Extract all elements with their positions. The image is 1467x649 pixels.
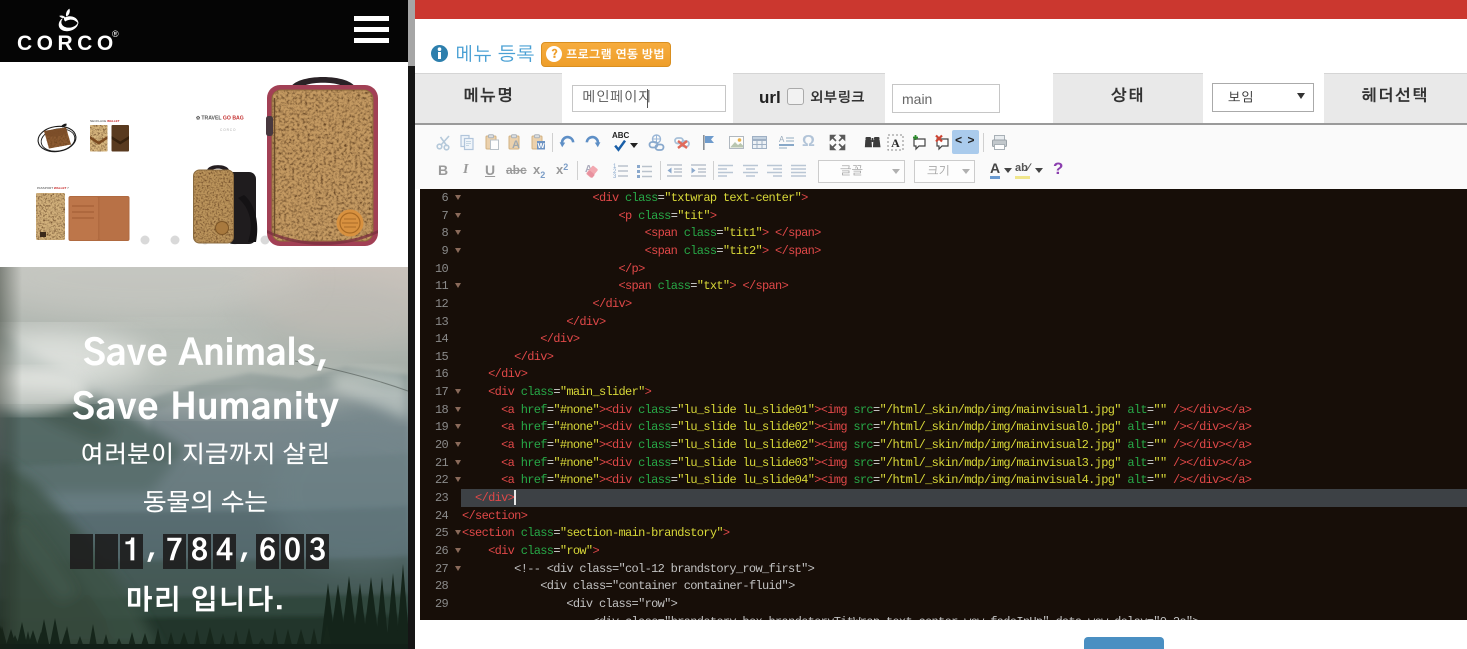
svg-text:A: A	[779, 135, 785, 144]
svg-text:A: A	[512, 139, 520, 151]
svg-text:W: W	[537, 141, 545, 150]
svg-text:A: A	[891, 136, 900, 150]
svg-text:3: 3	[613, 174, 617, 179]
